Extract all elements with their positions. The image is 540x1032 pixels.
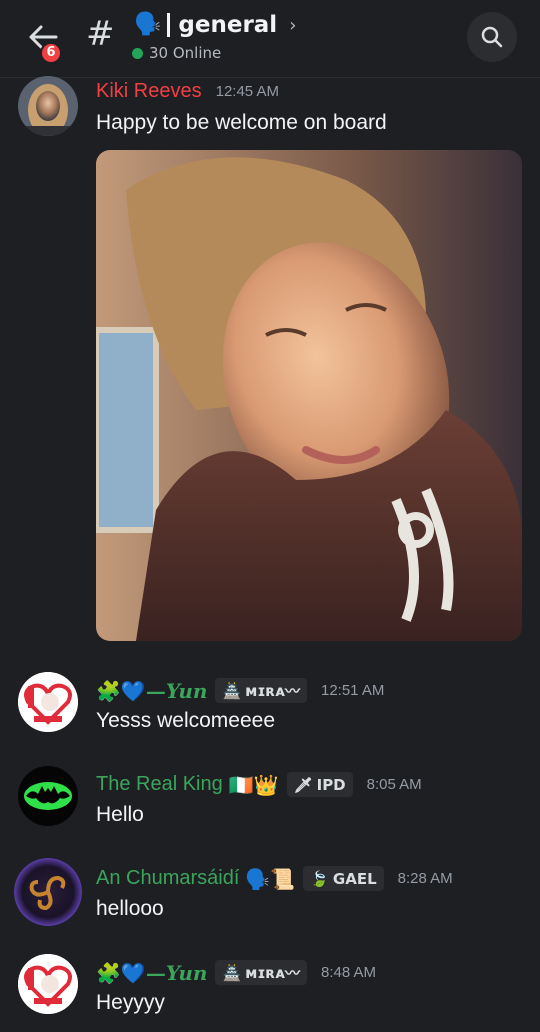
message-image[interactable] bbox=[96, 150, 522, 641]
avatar[interactable] bbox=[14, 858, 82, 926]
leaf-icon: 🍃 bbox=[310, 869, 329, 888]
timestamp: 8:28 AM bbox=[397, 870, 453, 887]
channel-title[interactable]: 🗣️ general › bbox=[134, 10, 296, 40]
puzzle-heart-icon: 🧩💙 bbox=[96, 678, 146, 703]
author-name[interactable]: An Chumarsáidí bbox=[96, 867, 239, 890]
role-tag[interactable]: 🏯 ᴍɪʀᴀ〰 bbox=[215, 960, 307, 985]
author-name[interactable]: Kiki Reeves bbox=[96, 80, 202, 103]
avatar[interactable] bbox=[18, 766, 78, 826]
timestamp: 12:45 AM bbox=[215, 83, 279, 100]
timestamp: 12:51 AM bbox=[320, 682, 385, 699]
role-tag[interactable]: 🍃 GAEL bbox=[303, 866, 384, 891]
unread-badge: 6 bbox=[40, 42, 62, 64]
online-dot-icon bbox=[132, 47, 143, 59]
role-tag-label: ᴍɪʀᴀ〰 bbox=[245, 964, 300, 982]
avatar[interactable] bbox=[18, 954, 78, 1014]
search-button[interactable] bbox=[467, 12, 517, 62]
message-text: Yesss welcomeeee bbox=[96, 709, 275, 732]
puzzle-heart-icon: 🧩💙 bbox=[96, 960, 146, 985]
message-header: 🧩💙 —Yun 🏯 ᴍɪʀᴀ〰 12:51 AM bbox=[96, 678, 384, 703]
speaking-head-icon: 🗣️ bbox=[134, 12, 162, 37]
role-tag-label: IPD bbox=[316, 775, 346, 794]
author-name[interactable]: —Yun bbox=[146, 679, 208, 703]
castle-icon: 🏯 bbox=[222, 963, 242, 982]
online-count-label: 30 Online bbox=[149, 44, 222, 62]
channel-header: 6 # 🗣️ general › 30 Online bbox=[0, 0, 540, 78]
message-header: Kiki Reeves 12:45 AM bbox=[96, 80, 279, 103]
message-text: hellooo bbox=[96, 897, 164, 920]
role-tag-label: GAEL bbox=[332, 869, 377, 888]
avatar[interactable] bbox=[18, 76, 78, 136]
author-name[interactable]: The Real King bbox=[96, 773, 223, 796]
search-icon bbox=[481, 26, 503, 48]
channel-name: general bbox=[178, 12, 278, 38]
avatar[interactable] bbox=[18, 672, 78, 732]
sword-icon: 🗡 bbox=[293, 775, 313, 794]
online-count: 30 Online bbox=[132, 44, 221, 62]
speaking-head-scroll-icon: 🗣️📜 bbox=[245, 866, 296, 891]
message-header: An Chumarsáidí 🗣️📜 🍃 GAEL 8:28 AM bbox=[96, 866, 453, 891]
message-text: Happy to be welcome on board bbox=[96, 111, 387, 134]
castle-icon: 🏯 bbox=[222, 681, 242, 700]
message-text: Hello bbox=[96, 803, 144, 826]
message-header: The Real King 🇮🇪👑 🗡 IPD 8:05 AM bbox=[96, 772, 422, 797]
message-header: 🧩💙 —Yun 🏯 ᴍɪʀᴀ〰 8:48 AM bbox=[96, 960, 376, 985]
ireland-flag-crown-icon: 🇮🇪👑 bbox=[228, 772, 279, 797]
author-name[interactable]: —Yun bbox=[146, 961, 208, 985]
message-text: Heyyyy bbox=[96, 991, 165, 1014]
timestamp: 8:05 AM bbox=[366, 776, 422, 793]
chevron-right-icon: › bbox=[289, 14, 297, 36]
role-tag[interactable]: 🏯 ᴍɪʀᴀ〰 bbox=[215, 678, 307, 703]
channel-divider bbox=[167, 13, 171, 37]
role-tag-label: ᴍɪʀᴀ〰 bbox=[245, 682, 300, 700]
timestamp: 8:48 AM bbox=[320, 964, 377, 981]
back-button[interactable]: 6 bbox=[22, 16, 66, 64]
role-tag[interactable]: 🗡 IPD bbox=[286, 772, 353, 797]
channel-hash-icon: # bbox=[86, 14, 115, 54]
